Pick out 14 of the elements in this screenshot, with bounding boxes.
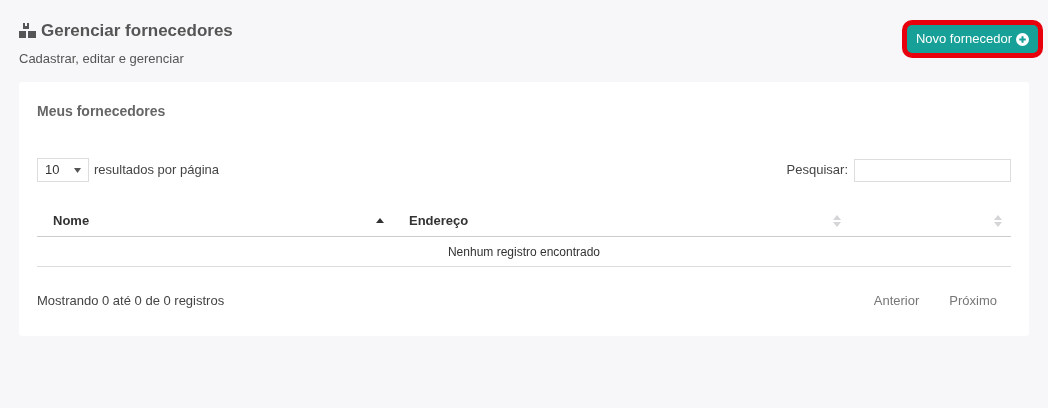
card-title: Meus fornecedores [37,102,167,121]
page-size-select[interactable]: 10 [37,158,89,182]
empty-table-message: Nenhum registro encontrado [447,243,601,261]
column-header[interactable]: Endereço [393,205,850,236]
page-subtitle: Cadastrar, editar e gerenciar [19,49,185,68]
caret-icon [74,167,81,173]
boxes-icon [19,23,36,39]
page-size-label: resultados por página [94,161,220,180]
table-info: Mostrando 0 até 0 de 0 registros [37,292,225,310]
plus-circle-icon [1016,32,1029,46]
column-header[interactable]: Nome [37,205,393,236]
page-title: Gerenciar fornecedores [41,20,233,42]
search-label: Pesquisar: [786,161,848,180]
search-field[interactable] [854,158,1011,182]
